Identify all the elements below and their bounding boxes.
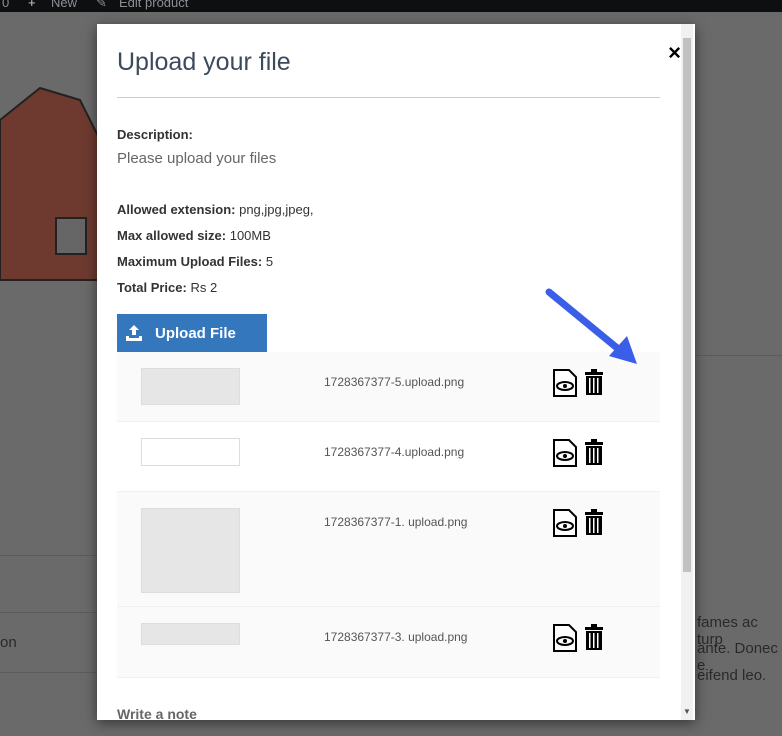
file-row: 1728367377-3. upload.png xyxy=(117,607,660,678)
scrollbar-thumb[interactable] xyxy=(683,38,691,572)
max-size: Max allowed size: 100MB xyxy=(117,228,271,243)
file-row: 1728367377-1. upload.png xyxy=(117,492,660,607)
file-list: 1728367377-5.upload.png 1728367377-4.upl… xyxy=(117,352,660,678)
plus-icon: + xyxy=(28,0,36,10)
product-image xyxy=(0,86,101,281)
close-button[interactable]: × xyxy=(668,40,681,66)
description-text: Please upload your files xyxy=(117,150,277,167)
modal-scrollbar[interactable]: ▼ xyxy=(681,24,693,720)
trash-icon[interactable] xyxy=(584,438,604,466)
file-thumbnail[interactable] xyxy=(141,623,240,645)
view-file-icon[interactable] xyxy=(552,508,578,538)
background-text: on xyxy=(0,634,17,651)
file-row: 1728367377-4.upload.png xyxy=(117,422,660,492)
upload-file-button[interactable]: Upload File xyxy=(117,314,267,352)
allowed-extension: Allowed extension: png,jpg,jpeg, xyxy=(117,202,314,217)
view-file-icon[interactable] xyxy=(552,623,578,653)
file-thumbnail[interactable] xyxy=(141,438,240,466)
arrow-annotation-icon xyxy=(545,288,637,364)
trash-icon[interactable] xyxy=(584,508,604,536)
new-link[interactable]: New xyxy=(51,0,77,10)
file-thumbnail[interactable] xyxy=(141,368,240,405)
description-label: Description: xyxy=(117,127,193,142)
total-price: Total Price: Rs 2 xyxy=(117,280,218,295)
upload-icon xyxy=(126,325,142,341)
file-name: 1728367377-3. upload.png xyxy=(324,630,468,644)
upload-button-label: Upload File xyxy=(155,324,236,342)
scroll-down-icon[interactable]: ▼ xyxy=(683,707,691,716)
admin-bar: 0 + New ✎ Edit product xyxy=(0,0,782,12)
modal-title: Upload your file xyxy=(117,48,291,76)
view-file-icon[interactable] xyxy=(552,438,578,468)
file-name: 1728367377-1. upload.png xyxy=(324,515,468,529)
write-note-label: Write a note xyxy=(117,706,197,720)
file-thumbnail[interactable] xyxy=(141,508,240,593)
trash-icon[interactable] xyxy=(584,623,604,651)
pencil-icon: ✎ xyxy=(96,0,107,10)
count: 0 xyxy=(2,0,10,10)
max-files: Maximum Upload Files: 5 xyxy=(117,254,274,269)
background-text: eifend leo. xyxy=(697,667,767,684)
divider xyxy=(117,97,660,98)
edit-product-link[interactable]: Edit product xyxy=(119,0,188,10)
file-name: 1728367377-4.upload.png xyxy=(324,445,465,459)
upload-modal: × Upload your file Description: Please u… xyxy=(97,24,695,720)
file-name: 1728367377-5.upload.png xyxy=(324,375,465,389)
